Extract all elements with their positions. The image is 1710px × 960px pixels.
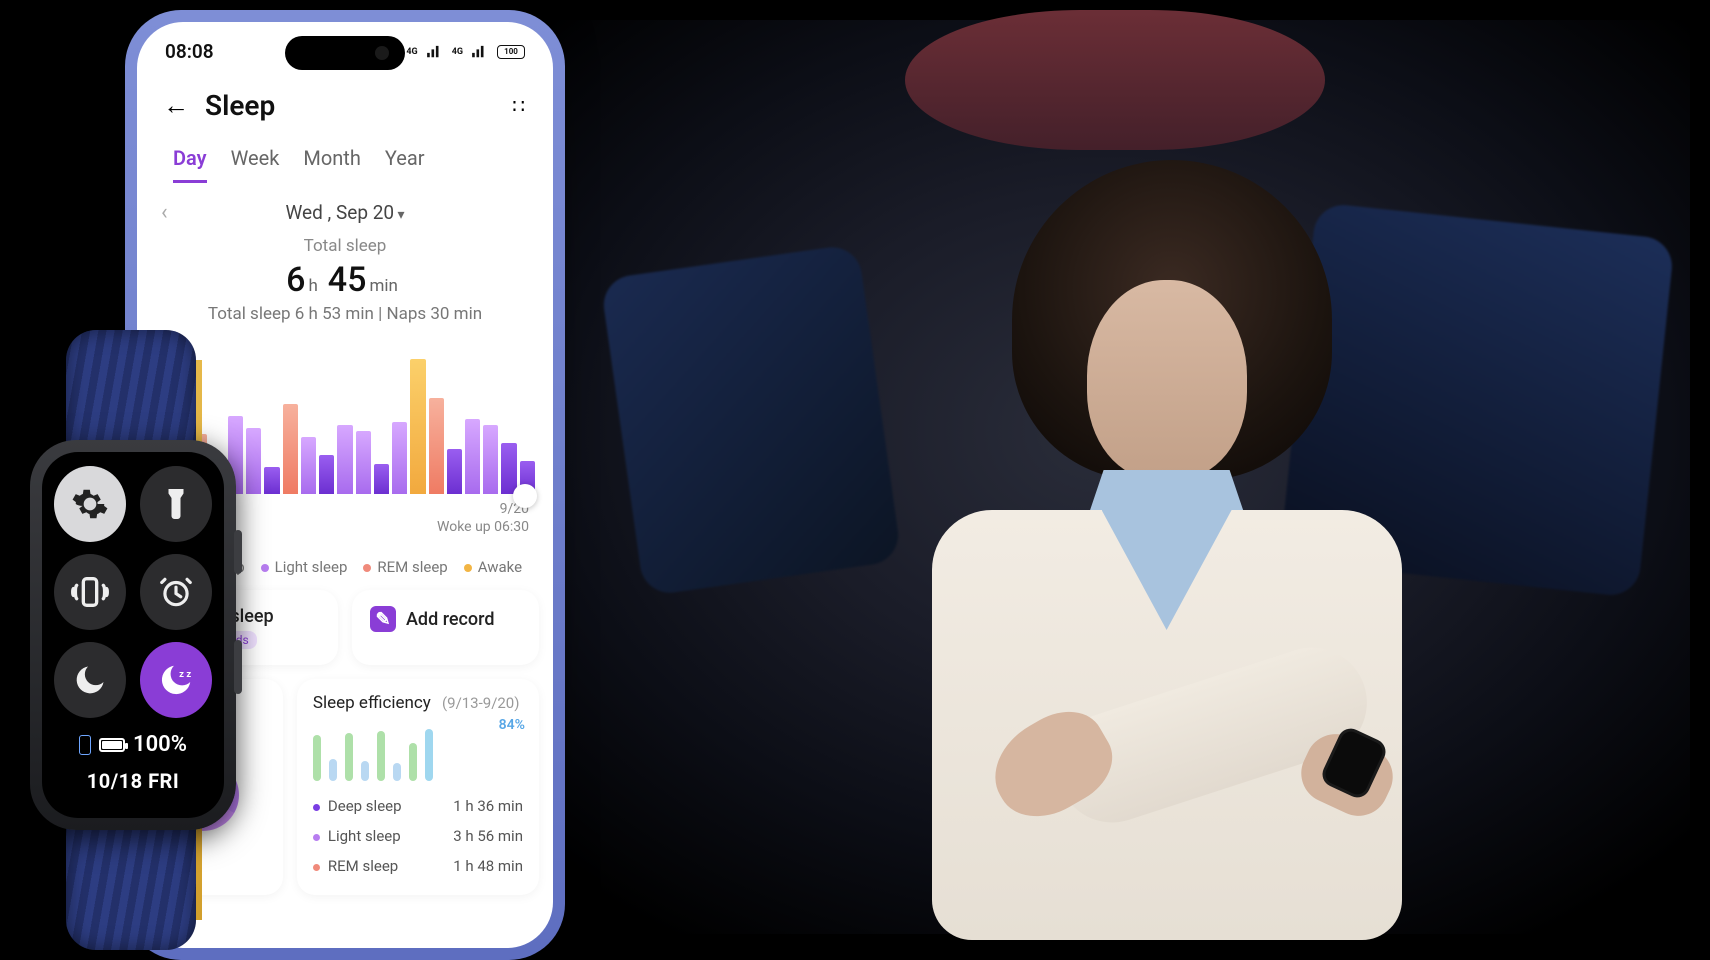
efficiency-bar xyxy=(425,729,433,781)
chart-bar xyxy=(410,359,425,494)
statusbar-time: 08:08 xyxy=(165,40,214,63)
efficiency-chart: 84% xyxy=(313,721,523,781)
efficiency-bar xyxy=(313,735,321,781)
watch-battery-value: 100% xyxy=(133,732,187,757)
efficiency-value: 84% xyxy=(499,717,525,733)
date-label[interactable]: Wed , Sep 20 xyxy=(285,201,404,224)
efficiency-panel[interactable]: Sleep efficiency (9/13-9/20) 84% Deep sl… xyxy=(297,679,539,895)
battery-icon xyxy=(99,738,125,752)
date-selector: ‹ Wed , Sep 20 xyxy=(137,183,553,230)
chart-bar xyxy=(264,467,279,494)
chart-bar xyxy=(465,419,480,494)
watch-screen: z z 100% 10/18 FRI xyxy=(42,452,224,818)
chart-bar xyxy=(337,425,352,494)
tab-month[interactable]: Month xyxy=(303,146,360,183)
efficiency-bar xyxy=(361,761,369,781)
sleep-breakdown-list: Deep sleep1 h 36 minLight sleep3 h 56 mi… xyxy=(313,791,523,881)
chart-bar xyxy=(483,425,498,494)
date-prev-button[interactable]: ‹ xyxy=(161,200,168,225)
add-record-icon: ✎ xyxy=(370,606,396,632)
page-title: Sleep xyxy=(205,89,275,122)
watch-side-button[interactable] xyxy=(234,640,242,694)
efficiency-title: Sleep efficiency xyxy=(313,693,431,713)
tab-week[interactable]: Week xyxy=(231,146,280,183)
chart-bar xyxy=(356,431,371,494)
moon-icon[interactable] xyxy=(54,642,126,718)
pillow xyxy=(905,10,1325,150)
total-sleep-subline: Total sleep 6 h 53 min | Naps 30 min xyxy=(137,304,553,324)
chart-bar xyxy=(501,443,516,494)
chart-bar xyxy=(374,464,389,494)
tab-year[interactable]: Year xyxy=(385,146,425,183)
phone-connected-icon xyxy=(79,735,91,755)
period-tabs: Day Week Month Year xyxy=(137,130,553,183)
legend-rem: REM sleep xyxy=(363,558,447,576)
person xyxy=(822,160,1472,960)
efficiency-range: (9/13-9/20) xyxy=(442,694,519,712)
breakdown-row: Light sleep3 h 56 min xyxy=(313,821,523,851)
efficiency-bar xyxy=(377,731,385,781)
chart-footer-note: Woke up 06:30 xyxy=(437,518,529,536)
flashlight-icon[interactable] xyxy=(140,466,212,542)
watch-mockup: z z 100% 10/18 FRI xyxy=(18,330,248,950)
sleep-icon[interactable]: z z xyxy=(140,642,212,718)
svg-text:z z: z z xyxy=(179,669,191,680)
watch-status: 100% xyxy=(54,732,212,757)
chart-bar xyxy=(429,398,444,494)
signal-icon xyxy=(426,45,444,59)
chart-scrubber[interactable] xyxy=(513,484,537,508)
efficiency-bar xyxy=(345,733,353,781)
page-header: ← Sleep ∷ xyxy=(137,69,553,130)
legend-awake: Awake xyxy=(464,558,522,576)
watch-crown[interactable] xyxy=(234,530,242,574)
efficiency-bar xyxy=(393,763,401,781)
chart-bar xyxy=(392,422,407,494)
breakdown-row: Deep sleep1 h 36 min xyxy=(313,791,523,821)
vibrate-icon[interactable] xyxy=(54,554,126,630)
watch-date: 10/18 FRI xyxy=(54,769,212,793)
chart-bar xyxy=(319,455,334,494)
chart-bar xyxy=(301,437,316,494)
alarm-icon[interactable] xyxy=(140,554,212,630)
add-record-card[interactable]: ✎ Add record xyxy=(352,590,539,665)
back-button[interactable]: ← xyxy=(163,93,189,119)
efficiency-bar xyxy=(409,743,417,781)
legend-light: Light sleep xyxy=(261,558,348,576)
total-sleep-value: 6h 45min xyxy=(137,260,553,300)
efficiency-bar xyxy=(329,759,337,781)
more-button[interactable]: ∷ xyxy=(512,94,527,118)
chart-bar xyxy=(447,449,462,494)
battery-icon: 100 xyxy=(497,45,525,59)
watch-body: z z 100% 10/18 FRI xyxy=(30,440,236,830)
settings-icon[interactable] xyxy=(54,466,126,542)
tab-day[interactable]: Day xyxy=(173,146,207,183)
signal-icon xyxy=(471,45,489,59)
phone-notch xyxy=(285,36,405,70)
total-sleep-label: Total sleep xyxy=(137,236,553,256)
add-record-label: Add record xyxy=(406,609,494,630)
chart-bar xyxy=(283,404,298,494)
breakdown-row: REM sleep1 h 48 min xyxy=(313,851,523,881)
chart-bar xyxy=(246,428,261,494)
